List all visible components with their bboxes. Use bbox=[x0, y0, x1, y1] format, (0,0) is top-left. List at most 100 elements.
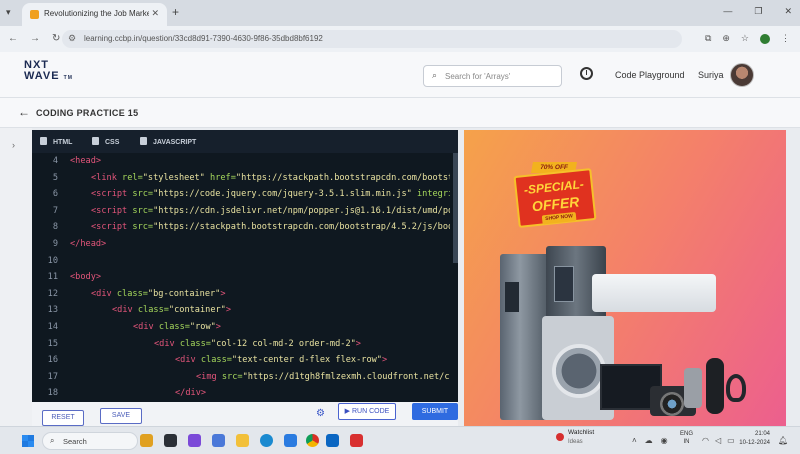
back-arrow-icon[interactable]: ← bbox=[18, 105, 30, 119]
browser-tab[interactable]: Revolutionizing the Job Market ✕ bbox=[22, 3, 167, 26]
code-line[interactable]: 11 <body> bbox=[32, 269, 458, 286]
submit-button[interactable]: SUBMIT bbox=[412, 403, 458, 420]
notification-bell-icon[interactable]: 🔔︎ bbox=[778, 436, 788, 445]
code-token: <link bbox=[91, 172, 123, 183]
wps-office-icon[interactable] bbox=[350, 434, 363, 447]
tab-html[interactable]: HTML bbox=[40, 137, 72, 146]
save-button[interactable]: SAVE bbox=[100, 408, 142, 424]
clock-time: 21:04 bbox=[754, 431, 770, 437]
code-line[interactable]: 7 <script src="https://cdn.jsdelivr.net/n… bbox=[32, 203, 458, 220]
browser-toolbar-icons: ⧉ ⊕ ☆ ⋮ bbox=[705, 33, 790, 44]
store-icon[interactable] bbox=[284, 434, 297, 447]
watchlist-title: Watchlist bbox=[568, 429, 595, 436]
chrome-icon[interactable] bbox=[306, 434, 319, 447]
windows-start-icon[interactable] bbox=[22, 435, 34, 447]
tab-menu-icon[interactable]: ▾ bbox=[6, 7, 20, 19]
code-line[interactable]: 12 <div class="bg-container"> bbox=[32, 286, 458, 303]
code-line[interactable]: 15 <div class="col-12 col-md-2 order-md-2… bbox=[32, 336, 458, 353]
code-line[interactable]: 9 </head> bbox=[32, 236, 458, 253]
site-info-icon[interactable]: ⚙ bbox=[68, 33, 76, 44]
avatar[interactable] bbox=[730, 63, 754, 87]
taskbar-widget-icon[interactable] bbox=[140, 434, 153, 447]
copilot-icon[interactable] bbox=[188, 434, 201, 447]
code-token: "https://stackpath.bootstrapcdn.com/boot… bbox=[235, 172, 450, 183]
maximize-button[interactable]: ❐ bbox=[754, 6, 762, 17]
code-token: class= bbox=[200, 355, 232, 366]
tray-chevron-icon[interactable]: ˄ bbox=[632, 436, 637, 445]
reload-icon[interactable]: ↻ bbox=[52, 33, 60, 44]
code-line[interactable]: 13 <div class="container"> bbox=[32, 302, 458, 319]
editor-scrollbar[interactable] bbox=[453, 153, 458, 263]
file-explorer-icon[interactable] bbox=[236, 434, 249, 447]
tab-javascript[interactable]: JAVASCRIPT bbox=[140, 137, 196, 146]
user-name[interactable]: Suriya bbox=[698, 70, 724, 80]
wifi-icon[interactable]: ◠ bbox=[702, 436, 709, 445]
close-window-button[interactable]: ✕ bbox=[784, 6, 792, 17]
profile-icon[interactable] bbox=[760, 33, 770, 44]
code-playground-link[interactable]: Code Playground bbox=[615, 70, 685, 80]
tab-title: Revolutionizing the Job Market bbox=[44, 9, 149, 18]
reset-button[interactable]: RESET bbox=[42, 410, 84, 426]
teams-icon[interactable] bbox=[212, 434, 225, 447]
code-token: <div bbox=[154, 338, 180, 349]
code-text: <div class="bg-container"> bbox=[91, 289, 450, 299]
bookmark-star-icon[interactable]: ☆ bbox=[741, 33, 749, 44]
code-line[interactable]: 18 </div> bbox=[32, 385, 458, 402]
code-line[interactable]: 14 <div class="row"> bbox=[32, 319, 458, 336]
browser-menu-icon[interactable]: ⋮ bbox=[781, 33, 790, 44]
code-token: href= bbox=[210, 172, 236, 183]
volume-icon[interactable]: ◁ bbox=[715, 436, 721, 445]
screen: ▾ Revolutionizing the Job Market ✕ + — ❐… bbox=[0, 0, 800, 454]
code-token: "col-12 col-md-2 order-md-2" bbox=[210, 338, 356, 349]
code-token: "container" bbox=[168, 305, 226, 316]
code-line[interactable]: 16 <div class="text-center d-flex flex-ro… bbox=[32, 352, 458, 369]
line-number: 12 bbox=[47, 288, 58, 299]
page-title: CODING PRACTICE 15 bbox=[36, 108, 139, 118]
tab-css[interactable]: CSS bbox=[92, 137, 119, 146]
nxtwave-logo[interactable]: NXT WAVE TM bbox=[24, 60, 73, 84]
expand-panel-icon[interactable]: › bbox=[12, 140, 15, 150]
search-box[interactable]: ⌕ Search for 'Arrays' bbox=[423, 65, 562, 87]
code-line[interactable]: 6 <script src="https://code.jquery.com/jq… bbox=[32, 186, 458, 203]
run-code-button[interactable]: ▶ RUN CODE bbox=[338, 403, 396, 420]
linkedin-icon[interactable] bbox=[326, 434, 339, 447]
address-bar-row: ← → ↻ ⚙ learning.ccbp.in/question/33cd8d… bbox=[0, 26, 800, 52]
clock-date: 10-12-2024 bbox=[739, 440, 770, 446]
install-app-icon[interactable]: ⧉ bbox=[705, 33, 711, 44]
line-number: 5 bbox=[52, 172, 58, 183]
task-view-icon[interactable] bbox=[164, 434, 177, 447]
settings-gear-icon[interactable]: ⚙ bbox=[316, 408, 325, 419]
url-field[interactable]: ⚙ learning.ccbp.in/question/33cd8d91-739… bbox=[62, 30, 682, 48]
code-text: <div class="col-12 col-md-2 order-md-2"> bbox=[154, 339, 450, 349]
tab-close-icon[interactable]: ✕ bbox=[151, 8, 159, 19]
code-text: <head> bbox=[70, 156, 450, 166]
minimize-button[interactable]: — bbox=[723, 6, 732, 17]
edge-browser-icon[interactable] bbox=[260, 434, 273, 447]
new-tab-button[interactable]: + bbox=[172, 5, 179, 19]
code-line[interactable]: 4 <head> bbox=[32, 153, 458, 170]
timer-icon[interactable] bbox=[580, 67, 593, 80]
code-line[interactable]: 8 <script src="https://stackpath.bootstra… bbox=[32, 219, 458, 236]
editor-footer: RESET SAVE ⚙ ▶ RUN CODE SUBMIT bbox=[32, 402, 458, 426]
cloud-icon[interactable]: ☁ bbox=[645, 436, 653, 445]
code-token: <script bbox=[91, 189, 133, 200]
forward-icon[interactable]: → bbox=[30, 33, 40, 44]
code-token: <div bbox=[133, 322, 159, 332]
line-number: 8 bbox=[52, 222, 58, 233]
code-line[interactable]: 10 bbox=[32, 253, 458, 270]
battery-icon[interactable]: ▭ bbox=[727, 436, 735, 445]
code-line[interactable]: 17 <img src="https://d1tgh8fmlzexmh.cloud… bbox=[32, 369, 458, 386]
code-token: integrit bbox=[416, 189, 450, 200]
play-icon: ▶ bbox=[344, 408, 352, 415]
code-line[interactable]: 5 <link rel="stylesheet" href="https://st… bbox=[32, 170, 458, 187]
code-text: </div> bbox=[175, 388, 450, 398]
back-icon[interactable]: ← bbox=[8, 33, 18, 44]
language-indicator[interactable]: ENG IN bbox=[680, 430, 693, 446]
taskbar-search[interactable]: ⌕ Search bbox=[42, 432, 138, 450]
security-icon[interactable]: ◉ bbox=[661, 436, 668, 445]
code-area[interactable]: 4 <head> 5 <link rel="stylesheet" href="htt… bbox=[32, 153, 458, 402]
code-token: class= bbox=[116, 288, 148, 299]
zoom-icon[interactable]: ⊕ bbox=[722, 33, 730, 44]
system-clock[interactable]: 21:04 10-12-2024 bbox=[736, 430, 770, 448]
logo-tm: TM bbox=[63, 75, 73, 81]
